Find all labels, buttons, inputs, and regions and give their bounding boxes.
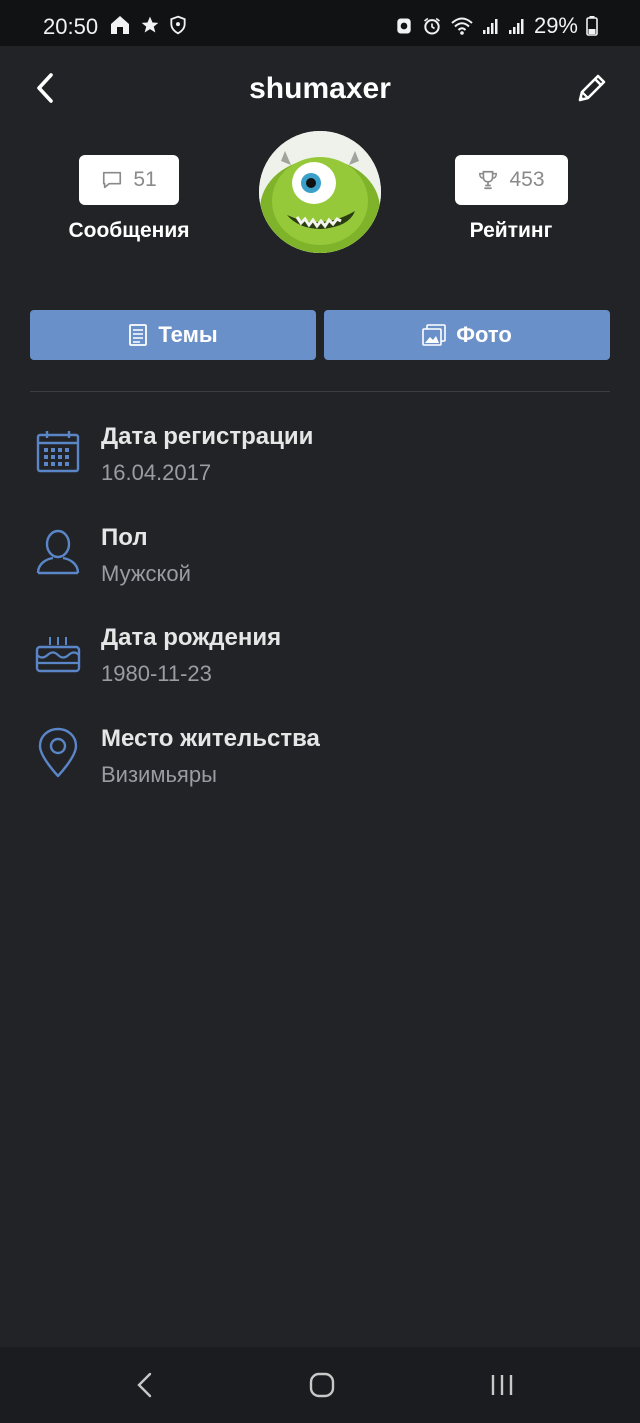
info-value: 16.04.2017	[101, 460, 212, 485]
system-nav-bar	[0, 1347, 640, 1423]
nav-recents-icon	[491, 1375, 513, 1395]
info-title: Дата рождения	[101, 624, 282, 651]
trophy-icon	[479, 170, 498, 190]
info-title: Пол	[101, 524, 148, 551]
alarm-icon	[397, 18, 411, 34]
signal-icon-2	[508, 19, 524, 34]
info-row-birthday: Дата рождения 1980-11-23	[30, 624, 610, 694]
avatar[interactable]	[259, 131, 381, 253]
document-icon	[129, 324, 148, 346]
signal-icon	[482, 19, 498, 34]
cake-icon	[30, 624, 86, 680]
battery-icon	[586, 16, 598, 36]
image-icon	[422, 324, 447, 346]
user-icon	[30, 524, 86, 580]
divider	[30, 391, 610, 392]
wifi-icon	[451, 17, 473, 35]
photo-label: Фото	[456, 322, 512, 347]
clock-icon	[423, 17, 440, 35]
status-left-icons	[108, 13, 188, 37]
info-row-location: Место жительства Визимьяры	[30, 725, 610, 795]
info-value: 1980-11-23	[101, 661, 212, 686]
nav-home-button[interactable]	[302, 1365, 342, 1405]
topics-label: Темы	[158, 322, 218, 347]
info-row-gender: Пол Мужской	[30, 524, 610, 594]
calendar-icon	[30, 423, 86, 479]
nav-back-button[interactable]	[124, 1365, 164, 1405]
messages-label: Сообщения	[68, 219, 190, 242]
info-title: Место жительства	[101, 725, 320, 752]
messages-count-box[interactable]: 51	[79, 155, 179, 205]
rating-stat[interactable]: 453 Рейтинг	[411, 155, 611, 243]
avatar-image	[259, 131, 381, 253]
photo-button[interactable]: Фото	[324, 310, 610, 360]
rating-count-box[interactable]: 453	[454, 155, 568, 205]
edit-button[interactable]	[574, 68, 610, 108]
nav-home-icon	[309, 1372, 335, 1398]
info-row-registration: Дата регистрации 16.04.2017	[30, 423, 610, 493]
nav-recents-button[interactable]	[482, 1365, 522, 1405]
pencil-icon	[578, 74, 606, 102]
battery-percentage: 29%	[533, 13, 578, 38]
page-title: shumaxer	[249, 72, 391, 105]
info-value: Мужской	[101, 561, 191, 586]
info-title: Дата регистрации	[101, 423, 314, 450]
star-icon	[141, 16, 159, 33]
messages-stat[interactable]: 51 Сообщения	[29, 155, 229, 243]
status-right: 29%	[394, 13, 598, 39]
status-time: 20:50	[43, 14, 99, 39]
status-bar: 20:50 29%	[0, 0, 640, 46]
info-value: Визимьяры	[101, 762, 217, 787]
home-icon	[111, 16, 129, 34]
rating-label: Рейтинг	[469, 219, 553, 242]
chat-bubble-icon	[103, 171, 122, 189]
app-header: shumaxer	[0, 46, 640, 132]
shield-icon	[170, 15, 186, 35]
rating-count: 453	[509, 168, 545, 191]
topics-button[interactable]: Темы	[30, 310, 316, 360]
messages-count: 51	[133, 168, 157, 191]
location-pin-icon	[30, 725, 86, 781]
nav-back-icon	[137, 1372, 152, 1398]
